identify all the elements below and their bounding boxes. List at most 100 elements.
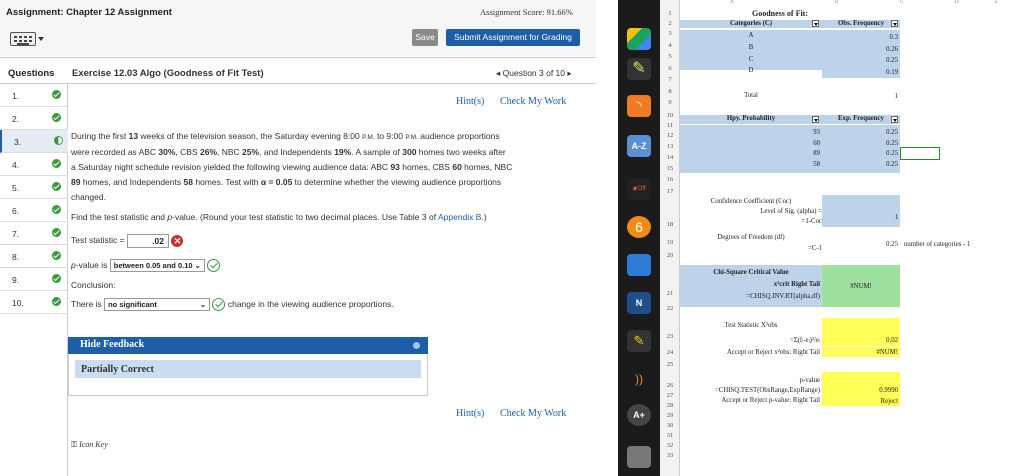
test-statistic-row: Test statistic = .02 ✕	[71, 233, 591, 248]
save-button[interactable]: Save	[412, 29, 438, 46]
row-numbers: 1 2 3 4 5 6 7 8 9 10 11 12 13 14 15 16 17 18 19 20 21 22 23 24 2…	[660, 0, 680, 476]
question-navigator[interactable]: ◂ Question 3 of 10 ▸	[496, 68, 572, 79]
row-number: 10	[666, 112, 674, 119]
assignment-title: Assignment: Chapter 12 Assignment	[6, 7, 172, 18]
find-instructions: Find the test statistic and p-value. (Ro…	[71, 212, 487, 222]
question-item-3[interactable]: 3.	[0, 130, 68, 153]
question-item-5[interactable]: 5.	[0, 176, 68, 199]
check-my-work-link-bottom[interactable]: Check My Work	[500, 408, 566, 419]
check-icon	[52, 182, 61, 191]
row-number: 24	[666, 349, 674, 356]
row-number: 27	[666, 392, 674, 399]
exp-header: Exp. Frequency	[822, 115, 900, 124]
question-header: Questions Exercise 12.03 Algo (Goodness …	[0, 57, 596, 84]
key-icon: ⚿	[71, 440, 78, 449]
feedback-status: Partially Correct	[81, 364, 154, 375]
chevron-down-icon[interactable]	[38, 37, 44, 41]
app-dock: ✎ ◝ A-Z ◉Off 6 N ✎ )) A+	[618, 0, 660, 476]
grade-icon[interactable]: A+	[627, 404, 651, 426]
row-number: 33	[666, 452, 674, 459]
row-number: 1	[668, 10, 672, 17]
check-my-work-link[interactable]: Check My Work	[500, 96, 566, 107]
p-value-select[interactable]: between 0.05 and 0.10 ⌄	[109, 259, 205, 273]
broadcast-icon[interactable]: ))	[627, 368, 651, 390]
row-number: 11	[666, 122, 674, 129]
question-item-1[interactable]: 1.	[0, 84, 68, 107]
submit-assignment-button[interactable]: Submit Assignment for Grading	[446, 29, 580, 46]
question-item-8[interactable]: 8.	[0, 245, 68, 268]
dictionary-icon[interactable]: A-Z	[627, 135, 651, 157]
check-icon	[52, 205, 61, 214]
pencil-icon[interactable]: ✎	[627, 58, 651, 80]
assignment-header: Assignment: Chapter 12 Assignment Assign…	[0, 0, 596, 56]
row-number: 20	[666, 252, 674, 259]
obs-header: Obs. Frequency	[822, 20, 900, 28]
check-icon	[52, 159, 61, 168]
feedback-panel: Partially Correct	[68, 354, 428, 396]
row-number: 2	[668, 20, 672, 27]
check-icon	[52, 274, 61, 283]
row-number: 14	[666, 154, 674, 161]
hyp-header: Hpy. Probability	[680, 115, 822, 124]
hint-link[interactable]: Hint(s)	[456, 96, 484, 107]
check-icon	[52, 113, 61, 122]
row-number: 7	[668, 76, 672, 83]
appendix-link[interactable]: Appendix B	[438, 212, 481, 222]
hint-link-bottom[interactable]: Hint(s)	[456, 408, 484, 419]
filter-dropdown-icon[interactable]	[812, 116, 819, 123]
hide-feedback-toggle[interactable]: Hide Feedback	[68, 337, 428, 354]
book-icon[interactable]	[627, 254, 651, 276]
question-item-10[interactable]: 10.	[0, 291, 68, 314]
six-icon[interactable]: 6	[627, 216, 651, 238]
assignment-score: Assignment Score: 91.66%	[480, 7, 573, 17]
row-number: 31	[666, 432, 674, 439]
check-icon	[52, 228, 61, 237]
icon-key[interactable]: ⚿ Icon Key	[71, 440, 108, 450]
question-item-6[interactable]: 6.	[0, 199, 68, 222]
question-item-7[interactable]: 7.	[0, 222, 68, 245]
row-number: 30	[666, 422, 674, 429]
row-number: 16	[666, 176, 674, 183]
filter-dropdown-icon[interactable]	[891, 116, 898, 123]
row-number: 13	[666, 143, 674, 150]
row-number: 9	[668, 99, 672, 106]
row-number: 19	[666, 239, 674, 246]
file-icon[interactable]	[627, 446, 651, 468]
gof-title: Goodness of Fit:	[752, 9, 808, 18]
feedback-status-icon	[413, 342, 420, 349]
edit-icon[interactable]: ✎	[627, 330, 651, 352]
categories-header: Categories (C)	[680, 20, 822, 28]
questions-label: Questions	[8, 68, 55, 79]
p-value-row: p-value is between 0.05 and 0.10 ⌄	[71, 258, 591, 273]
row-number: 5	[668, 53, 672, 60]
row-number: 12	[666, 132, 674, 139]
row-number: 26	[666, 382, 674, 389]
rss-icon[interactable]: ◝	[627, 95, 651, 117]
correct-icon	[212, 298, 226, 312]
row-number: 22	[666, 305, 674, 312]
row-number: 29	[666, 412, 674, 419]
notes-icon[interactable]: N	[627, 292, 651, 314]
check-icon	[52, 297, 61, 306]
filter-dropdown-icon[interactable]	[891, 20, 898, 27]
drive-icon[interactable]	[627, 28, 651, 50]
assignment-panel: Assignment: Chapter 12 Assignment Assign…	[0, 0, 596, 476]
question-item-4[interactable]: 4.	[0, 153, 68, 176]
keyboard-icon[interactable]	[10, 32, 36, 46]
question-item-2[interactable]: 2.	[0, 107, 68, 130]
conclusion-label: Conclusion:	[71, 280, 116, 290]
test-statistic-input[interactable]: .02	[127, 233, 169, 248]
conclusion-select[interactable]: no significant ⌄	[104, 298, 211, 312]
row-number: 28	[666, 402, 674, 409]
row-number: 15	[666, 165, 674, 172]
check-icon	[52, 90, 61, 99]
exercise-title: Exercise 12.03 Algo (Goodness of Fit Tes…	[72, 68, 264, 79]
question-list: 1. 2. 3. 4. 5. 6. 7. 8. 9. 10.	[0, 84, 68, 476]
filter-dropdown-icon[interactable]	[812, 20, 819, 27]
selected-cell[interactable]	[900, 147, 940, 160]
check-icon	[52, 251, 61, 260]
incorrect-icon: ✕	[171, 234, 184, 247]
question-item-9[interactable]: 9.	[0, 268, 68, 291]
spreadsheet: 1 2 3 4 5 6 7 8 9 10 11 12 13 14 15 16 17 18 19 20 21 22 23 24 2…	[660, 0, 1024, 476]
office-icon[interactable]: ◉Off	[627, 178, 651, 200]
